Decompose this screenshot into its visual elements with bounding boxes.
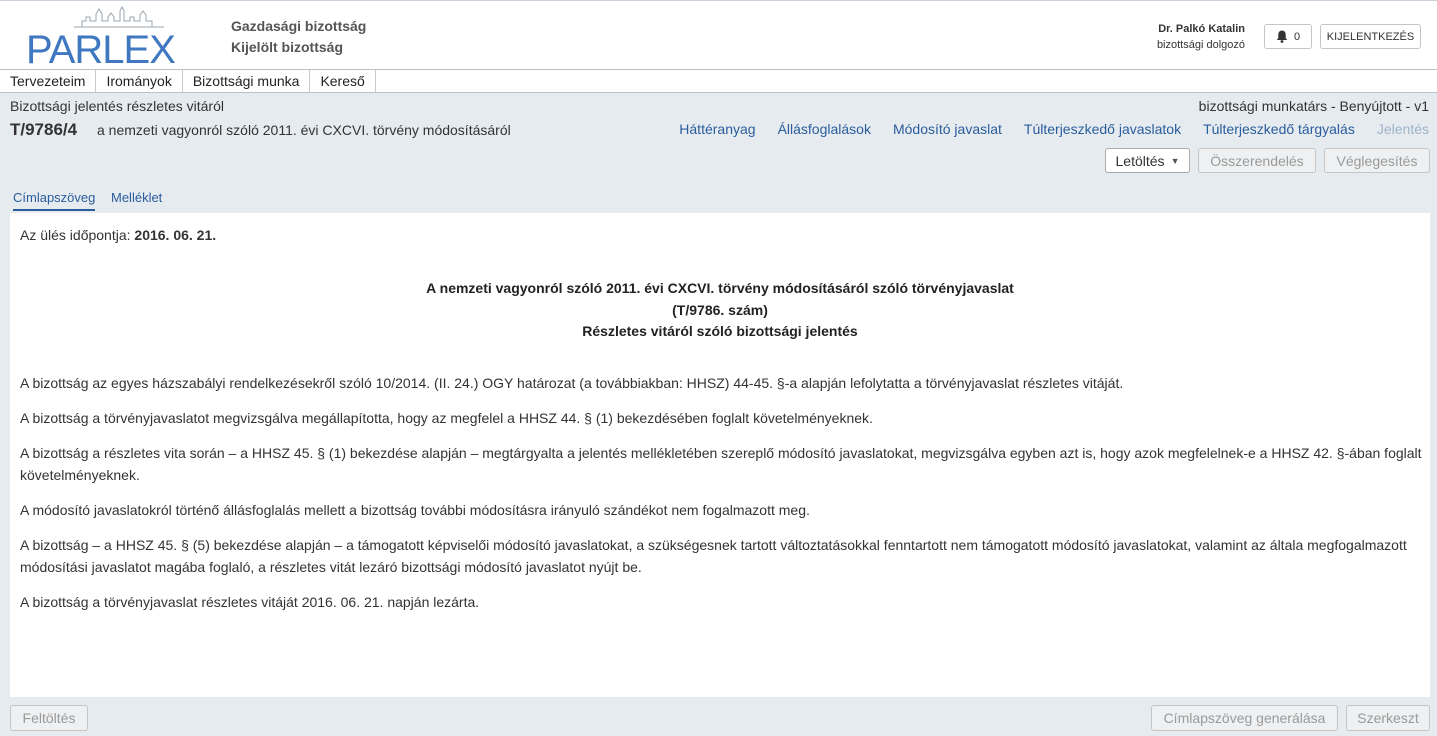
upload-button[interactable]: Feltöltés	[10, 705, 88, 731]
user-info: Dr. Palkó Katalin bizottsági dolgozó	[1157, 21, 1245, 53]
paragraph: A módosító javaslatokról történő állásfo…	[20, 502, 810, 518]
parliament-skyline-icon	[81, 5, 153, 27]
document-status: bizottsági munkatárs - Benyújtott - v1	[1198, 98, 1429, 114]
notification-count: 0	[1293, 30, 1301, 43]
document-id: T/9786/4	[10, 120, 78, 139]
meeting-date-line: Az ülés időpontja: 2016. 06. 21.	[20, 227, 216, 243]
assign-button[interactable]: Összerendelés	[1198, 148, 1316, 173]
report-title-line3: Részletes vitáról szóló bizottsági jelen…	[582, 323, 858, 339]
document-content: Az ülés időpontja: 2016. 06. 21. A nemze…	[10, 213, 1430, 697]
menu-item-kereso[interactable]: Kereső	[310, 70, 376, 92]
tab-cimlapszoveg[interactable]: Címlapszöveg	[13, 190, 96, 211]
link-jelentes: Jelentés	[1376, 121, 1429, 137]
link-allasfoglalasok[interactable]: Állásfoglalások	[778, 121, 871, 137]
main-menu: Tervezeteim Irományok Bizottsági munka K…	[0, 70, 1437, 93]
bell-icon	[1276, 30, 1288, 43]
edit-button[interactable]: Szerkeszt	[1346, 705, 1430, 731]
app-header: PARLEX Gazdasági bizottság Kijelölt bizo…	[0, 0, 1437, 70]
logout-button[interactable]: KIJELENTKEZÉS	[1320, 24, 1421, 49]
report-title-line1: A nemzeti vagyonról szóló 2011. évi CXCV…	[426, 280, 1014, 296]
menu-item-tervezeteim[interactable]: Tervezeteim	[0, 70, 97, 92]
paragraph: A bizottság – a HHSZ 45. § (5) bekezdése…	[20, 537, 1407, 575]
generate-cover-text-button[interactable]: Címlapszöveg generálása	[1151, 705, 1338, 731]
download-label: Letöltés	[1115, 152, 1165, 169]
menu-item-bizottsagi-munka[interactable]: Bizottsági munka	[183, 70, 311, 92]
finalize-button[interactable]: Véglegesítés	[1324, 148, 1430, 173]
tab-melleklet[interactable]: Melléklet	[111, 190, 162, 209]
link-tulterjeszkedo-targyalas[interactable]: Túlterjeszkedő tárgyalás	[1203, 121, 1355, 137]
download-button[interactable]: Letöltés ▼	[1105, 148, 1190, 173]
meeting-label: Az ülés időpontja:	[20, 227, 135, 243]
report-title: A nemzeti vagyonról szóló 2011. évi CXCV…	[10, 278, 1430, 343]
caret-down-icon: ▼	[1170, 155, 1180, 166]
paragraph: A bizottság a részletes vita során – a H…	[20, 445, 1422, 483]
paragraph: A bizottság a törvényjavaslat részletes …	[20, 594, 480, 610]
paragraph: A bizottság az egyes házszabályi rendelk…	[20, 375, 1124, 391]
document-type: Bizottsági jelentés részletes vitáról	[10, 98, 224, 114]
user-role: bizottsági dolgozó	[1156, 39, 1245, 51]
report-body: A bizottság az egyes házszabályi rendelk…	[20, 372, 1422, 626]
menu-item-iromanyok[interactable]: Irományok	[96, 70, 183, 92]
link-modosito-javaslat[interactable]: Módosító javaslat	[893, 121, 1002, 137]
link-hatteranyag[interactable]: Háttéranyag	[679, 121, 755, 137]
committee-info: Gazdasági bizottság Kijelölt bizottság	[231, 16, 366, 58]
meeting-date: 2016. 06. 21.	[134, 227, 217, 243]
paragraph: A bizottság a törvényjavaslatot megvizsg…	[20, 410, 873, 426]
committee-type: Kijelölt bizottság	[231, 39, 343, 55]
committee-name: Gazdasági bizottság	[231, 18, 367, 34]
notifications-button[interactable]: 0	[1264, 24, 1312, 49]
parlex-logo[interactable]: PARLEX	[24, 5, 204, 67]
link-tulterjeszkedo-javaslatok[interactable]: Túlterjeszkedő javaslatok	[1024, 121, 1181, 137]
user-name: Dr. Palkó Katalin	[1158, 23, 1245, 35]
report-title-line2: (T/9786. szám)	[672, 301, 768, 318]
svg-text:PARLEX: PARLEX	[26, 28, 175, 67]
document-title: a nemzeti vagyonról szóló 2011. évi CXCV…	[97, 122, 511, 138]
content-tabs: Címlapszöveg Melléklet	[0, 188, 1437, 212]
document-links: Háttéranyag Állásfoglalások Módosító jav…	[679, 121, 1429, 137]
